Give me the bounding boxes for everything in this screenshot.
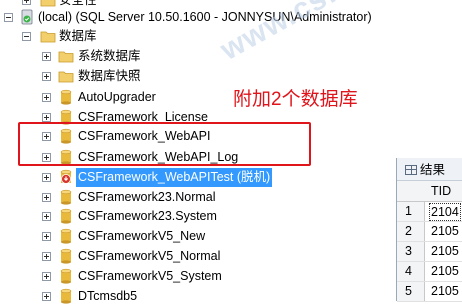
tab-results-label: 结果 [420, 163, 446, 177]
tree-node-label: CSFrameworkV5_System [78, 269, 222, 283]
expand-icon[interactable] [42, 173, 51, 182]
annotation-highlight-box [18, 122, 311, 166]
grid-icon [405, 165, 417, 175]
databases-folder-label: 数据库 [59, 29, 97, 43]
tree-node-label: CSFramework23.System [78, 209, 217, 223]
database-icon [60, 208, 72, 224]
expand-icon[interactable] [42, 52, 51, 61]
expand-icon[interactable] [42, 212, 51, 221]
table-row[interactable]: 2 2105 [397, 222, 462, 242]
results-pane: 结果 TID 1 2104 2 2105 3 2105 4 2105 5 210… [396, 158, 462, 302]
tree-node-label: CSFramework23.Normal [78, 190, 216, 204]
expand-icon[interactable] [42, 292, 51, 301]
database-offline-icon [60, 169, 72, 184]
tree-node-label: AutoUpgrader [78, 90, 156, 104]
collapse-icon[interactable] [22, 32, 31, 41]
tree-node-label: 数据库快照 [78, 69, 141, 83]
tree-node-label-selected: CSFramework_WebAPITest (脱机) [76, 168, 273, 187]
database-icon [60, 89, 72, 105]
tree-node-label: CSFrameworkV5_Normal [78, 249, 221, 263]
expand-icon[interactable] [42, 72, 51, 81]
database-icon [60, 189, 72, 205]
collapse-icon[interactable] [4, 13, 13, 22]
database-icon [60, 288, 72, 304]
database-icon [60, 268, 72, 284]
table-row[interactable]: 4 2105 [397, 262, 462, 282]
folder-icon [58, 51, 74, 63]
expand-icon[interactable] [42, 232, 51, 241]
tree-node-label: 系统数据库 [78, 49, 141, 63]
grid-header: TID [397, 181, 462, 202]
cell-tid[interactable]: 2105 [431, 262, 459, 281]
folder-icon [40, 31, 56, 43]
cell-tid[interactable]: 2105 [431, 222, 459, 241]
table-row[interactable]: 1 2104 [397, 202, 462, 222]
expand-icon[interactable] [42, 93, 51, 102]
tree-node-label: DTcmsdb5 [78, 289, 138, 303]
expand-icon[interactable] [22, 0, 31, 5]
expand-icon[interactable] [42, 193, 51, 202]
expand-icon[interactable] [42, 272, 51, 281]
expand-icon[interactable] [42, 113, 51, 122]
row-number: 3 [397, 242, 425, 261]
tab-results[interactable]: 结果 [401, 161, 445, 179]
row-number: 2 [397, 222, 425, 241]
folder-icon [40, 0, 56, 7]
folder-icon [58, 71, 74, 83]
tree-node-label: CSFrameworkV5_New [78, 229, 206, 243]
tree-node-database[interactable]: CSFramework23.System [0, 207, 395, 226]
table-row[interactable]: 3 2105 [397, 242, 462, 262]
tree-node-database[interactable]: CSFramework23.Normal [0, 188, 395, 207]
tree-node-database[interactable]: DTcmsdb5 [0, 287, 395, 306]
cell-tid[interactable]: 2105 [431, 282, 459, 301]
cell-tid[interactable]: 2104 [429, 203, 461, 221]
database-icon [60, 248, 72, 264]
cell-tid[interactable]: 2105 [431, 242, 459, 261]
row-number: 5 [397, 282, 425, 301]
server-icon [21, 9, 33, 25]
row-number: 4 [397, 262, 425, 281]
expand-icon[interactable] [42, 252, 51, 261]
results-tab-bar: 结果 [397, 158, 462, 181]
tree-node-database[interactable]: CSFrameworkV5_Normal [0, 247, 395, 266]
column-header-tid[interactable]: TID [431, 184, 451, 198]
row-number: 1 [397, 202, 425, 221]
database-icon [60, 228, 72, 244]
tree-node-database[interactable]: CSFrameworkV5_New [0, 227, 395, 246]
tree-node-database-offline[interactable]: CSFramework_WebAPITest (脱机) [0, 168, 395, 187]
tree-node-database[interactable]: CSFrameworkV5_System [0, 267, 395, 286]
table-row[interactable]: 5 2105 [397, 282, 462, 302]
annotation-text: 附加2个数据库 [233, 89, 358, 110]
tree-node-system-databases[interactable]: 系统数据库 [0, 47, 395, 66]
